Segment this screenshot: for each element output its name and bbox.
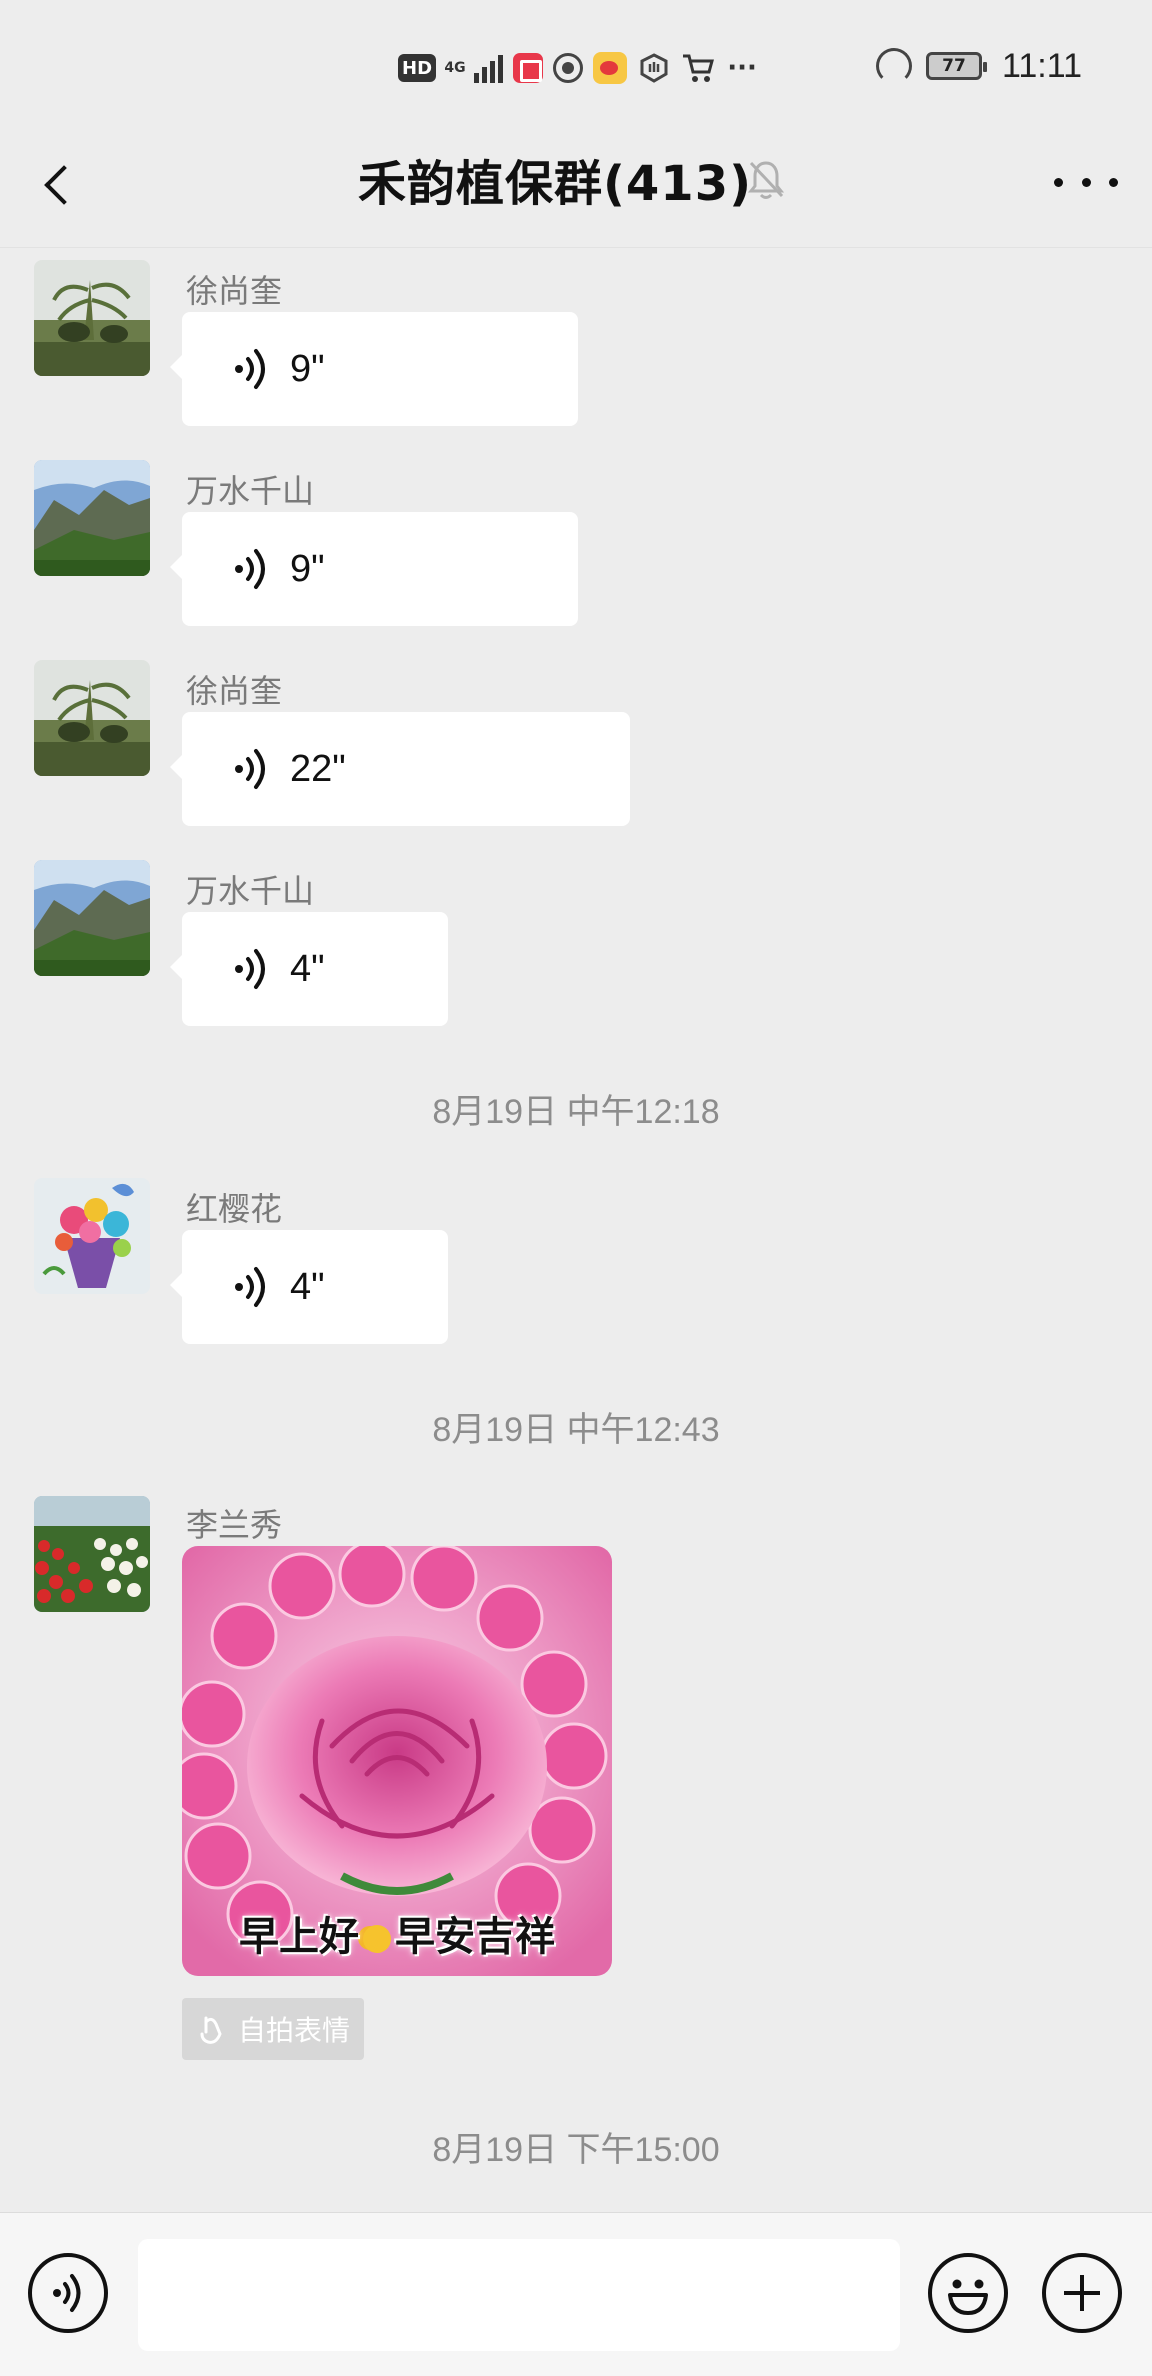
voice-message-bubble[interactable]: 22" bbox=[170, 712, 630, 826]
emoji-button[interactable] bbox=[928, 2253, 1008, 2333]
avatar[interactable] bbox=[34, 660, 150, 776]
voice-wave-icon bbox=[235, 749, 265, 789]
chat-header: 禾韵植保群(413) bbox=[0, 130, 1152, 248]
voice-toggle-button[interactable] bbox=[28, 2253, 108, 2333]
signal-bars-icon bbox=[474, 53, 504, 83]
sender-name: 徐尚奎 bbox=[186, 272, 283, 310]
status-icons: HD 4G ··· bbox=[398, 48, 759, 88]
sender-name: 万水千山 bbox=[186, 472, 315, 510]
voice-wave-icon bbox=[235, 349, 265, 389]
voice-duration: 4" bbox=[290, 947, 325, 990]
battery-icon: 77 bbox=[925, 52, 987, 80]
more-notifications-icon: ··· bbox=[727, 53, 757, 83]
voice-duration: 4" bbox=[290, 1265, 325, 1308]
voice-duration: 9" bbox=[290, 347, 325, 390]
status-right: 77 11:11 bbox=[875, 44, 1082, 88]
4g-signal-icon: 4G bbox=[444, 60, 466, 76]
avatar[interactable] bbox=[34, 1178, 150, 1294]
speed-icon bbox=[875, 48, 912, 84]
avatar[interactable] bbox=[34, 860, 150, 976]
voice-duration: 9" bbox=[290, 547, 325, 590]
more-dot bbox=[1109, 177, 1118, 187]
emoji-icon bbox=[948, 2279, 988, 2315]
voice-message-bubble[interactable]: 4" bbox=[170, 1230, 448, 1344]
timestamp: 8月19日 下午15:00 bbox=[432, 2131, 720, 2169]
selfie-sticker-button[interactable]: 自拍表情 bbox=[182, 1998, 365, 2060]
input-bar bbox=[0, 2212, 1152, 2376]
status-bar: HD 4G ··· 77 11:11 bbox=[0, 0, 1152, 130]
caption-left: 早上好 bbox=[239, 1914, 359, 1960]
sender-name: 徐尚奎 bbox=[186, 672, 283, 710]
more-button[interactable] bbox=[1054, 170, 1118, 194]
notes-app-icon bbox=[513, 53, 544, 83]
avatar[interactable] bbox=[34, 460, 150, 576]
aperture-app-icon bbox=[553, 53, 584, 83]
sender-name: 万水千山 bbox=[186, 872, 315, 910]
timestamp: 8月19日 中午12:43 bbox=[432, 1411, 720, 1449]
avatar[interactable] bbox=[34, 1496, 150, 1612]
sender-name: 李兰秀 bbox=[186, 1506, 283, 1544]
voice-message-bubble[interactable]: 4" bbox=[170, 912, 448, 1026]
avatar[interactable] bbox=[34, 260, 150, 376]
voice-message-bubble[interactable]: 9" bbox=[170, 512, 578, 626]
voice-toggle-icon bbox=[53, 2274, 81, 2312]
hand-app-icon bbox=[637, 51, 671, 85]
more-dot bbox=[1054, 177, 1063, 187]
sticker-caption: 早上好 早安吉祥 bbox=[182, 1904, 612, 1962]
timestamp: 8月19日 中午12:18 bbox=[432, 1093, 720, 1131]
voice-duration: 22" bbox=[290, 747, 346, 790]
cart-icon bbox=[681, 51, 715, 85]
sticker-image[interactable]: 早上好 早安吉祥 bbox=[182, 1546, 612, 1976]
hd-icon: HD bbox=[398, 54, 437, 82]
voice-message-bubble[interactable]: 9" bbox=[170, 312, 578, 426]
caption-right: 早安吉祥 bbox=[395, 1914, 555, 1960]
message-input[interactable] bbox=[138, 2239, 900, 2351]
voice-wave-icon bbox=[235, 949, 265, 989]
voice-wave-icon bbox=[235, 549, 265, 589]
sender-name: 红樱花 bbox=[186, 1190, 283, 1228]
mute-bell-icon bbox=[747, 161, 785, 199]
clock: 11:11 bbox=[1001, 46, 1082, 85]
selfie-hand-icon bbox=[200, 2016, 222, 2044]
more-dot bbox=[1081, 177, 1091, 187]
page-title: 禾韵植保群(413) bbox=[357, 156, 753, 212]
plus-button[interactable] bbox=[1042, 2253, 1122, 2333]
voice-wave-icon bbox=[235, 1267, 265, 1307]
selfie-tag-label: 自拍表情 bbox=[238, 2014, 351, 2047]
weibo-icon bbox=[593, 52, 628, 84]
sun-icon bbox=[363, 1925, 391, 1953]
